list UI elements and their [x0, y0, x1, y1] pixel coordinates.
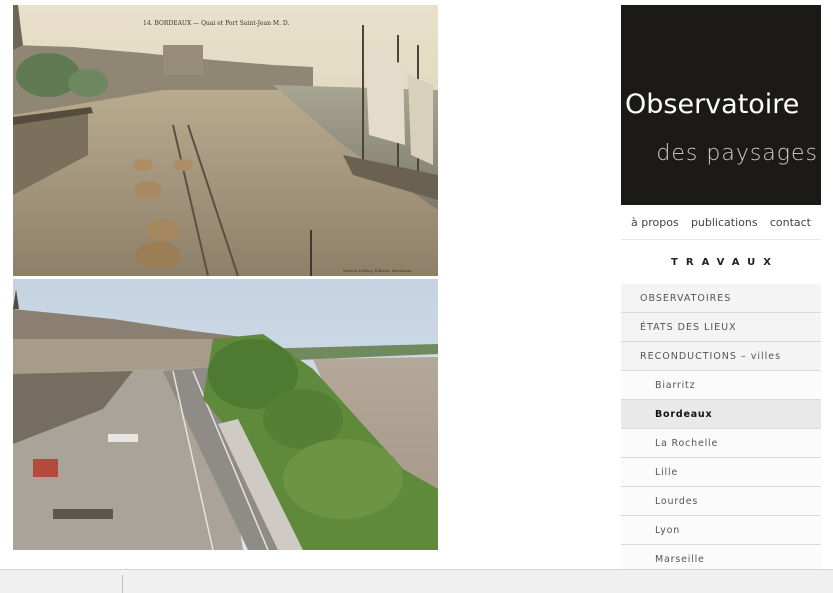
top-nav: à propos publications contact	[621, 206, 821, 240]
nav-link-contact[interactable]: contact	[770, 216, 811, 229]
nav-link-publications[interactable]: publications	[691, 216, 758, 229]
menu-item-observatoires[interactable]: OBSERVATOIRES	[621, 284, 821, 313]
menu-subitem-bordeaux[interactable]: Bordeaux	[621, 400, 821, 429]
menu-item-reconductions[interactable]: RECONDUCTIONS – villes	[621, 342, 821, 371]
site-logo[interactable]: Observatoire des paysages	[621, 5, 821, 205]
logo-title: Observatoire	[625, 89, 800, 120]
nav-link-about[interactable]: à propos	[631, 216, 679, 229]
modern-photo-image	[13, 279, 438, 550]
postcard-footer: Marcel Delboy, Éditeur, Bordeaux	[343, 268, 412, 273]
menu-subitem-lyon[interactable]: Lyon	[621, 516, 821, 545]
status-separator	[122, 575, 123, 593]
postcard-caption: 14. BORDEAUX — Quai et Port Saint-Jean M…	[143, 20, 289, 27]
menu-subitem-lourdes[interactable]: Lourdes	[621, 487, 821, 516]
menu-item-etats-des-lieux[interactable]: ÉTATS DES LIEUX	[621, 313, 821, 342]
menu-subitem-lille[interactable]: Lille	[621, 458, 821, 487]
side-menu: OBSERVATOIRES ÉTATS DES LIEUX RECONDUCTI…	[621, 284, 821, 574]
menu-subitem-biarritz[interactable]: Biarritz	[621, 371, 821, 400]
status-bar	[0, 569, 833, 593]
old-postcard-image: 14. BORDEAUX — Quai et Port Saint-Jean M…	[13, 5, 438, 276]
logo-subtitle: des paysages	[656, 141, 818, 166]
section-title: TRAVAUX	[671, 256, 779, 268]
menu-subitem-la-rochelle[interactable]: La Rochelle	[621, 429, 821, 458]
